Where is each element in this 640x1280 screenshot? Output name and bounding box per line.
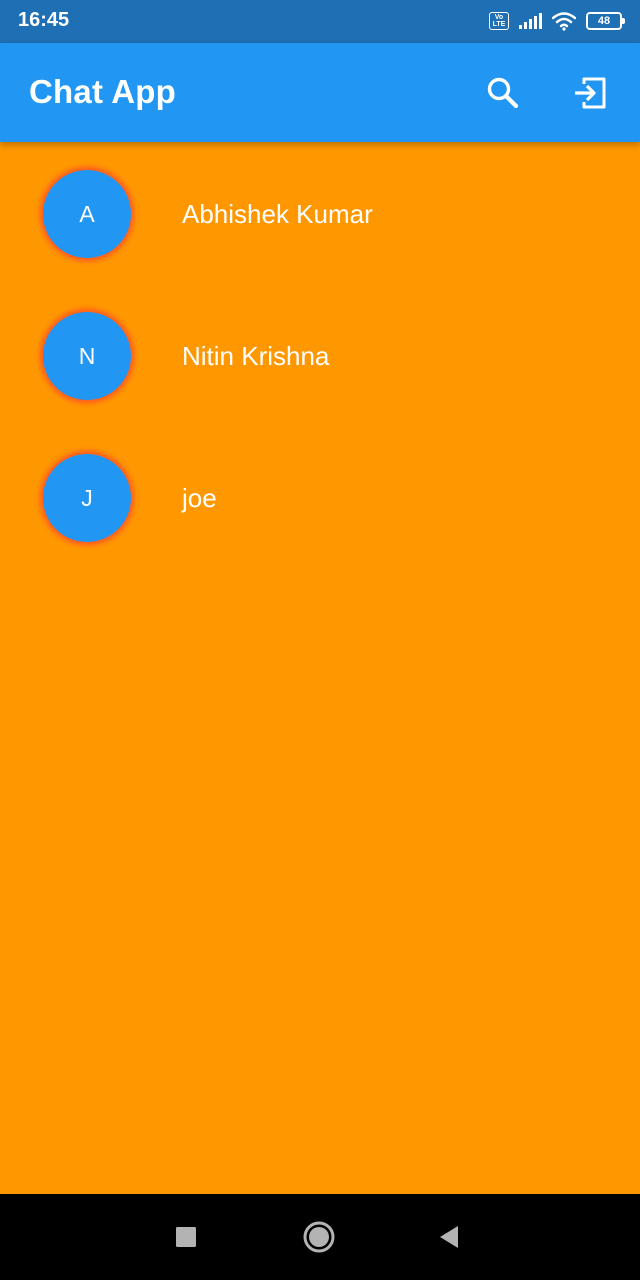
avatar: N — [43, 312, 131, 400]
chat-app-screen: 16:45 Vo LTE 48 Chat App A Abhishek Kuma… — [0, 0, 640, 1280]
home-button[interactable] — [296, 1214, 342, 1260]
avatar: J — [43, 454, 131, 542]
circle-icon — [303, 1221, 335, 1253]
logout-button[interactable] — [568, 71, 612, 115]
user-name: joe — [182, 483, 217, 513]
recent-apps-button[interactable] — [163, 1214, 209, 1260]
user-list-item[interactable]: J joe — [0, 426, 640, 568]
wifi-icon — [552, 12, 576, 31]
logout-icon — [575, 77, 606, 109]
back-button[interactable] — [426, 1214, 472, 1260]
status-bar: 16:45 Vo LTE 48 — [0, 0, 640, 43]
volte-icon: Vo LTE — [489, 12, 509, 30]
status-time: 16:45 — [18, 9, 70, 31]
search-icon — [487, 77, 519, 109]
triangle-back-icon — [440, 1226, 458, 1248]
system-nav-bar — [0, 1194, 640, 1280]
app-bar: Chat App — [0, 43, 640, 142]
signal-icon — [519, 13, 542, 29]
avatar: A — [43, 170, 131, 258]
status-icons: Vo LTE 48 — [489, 10, 625, 32]
battery-icon: 48 — [586, 12, 625, 30]
app-title: Chat App — [29, 73, 177, 110]
square-icon — [176, 1227, 196, 1247]
user-list-item[interactable]: A Abhishek Kumar — [0, 142, 640, 284]
search-button[interactable] — [481, 71, 525, 115]
user-list-item[interactable]: N Nitin Krishna — [0, 284, 640, 426]
user-name: Abhishek Kumar — [182, 199, 373, 229]
user-name: Nitin Krishna — [182, 341, 330, 371]
user-list: A Abhishek Kumar N Nitin Krishna J joe — [0, 142, 640, 568]
